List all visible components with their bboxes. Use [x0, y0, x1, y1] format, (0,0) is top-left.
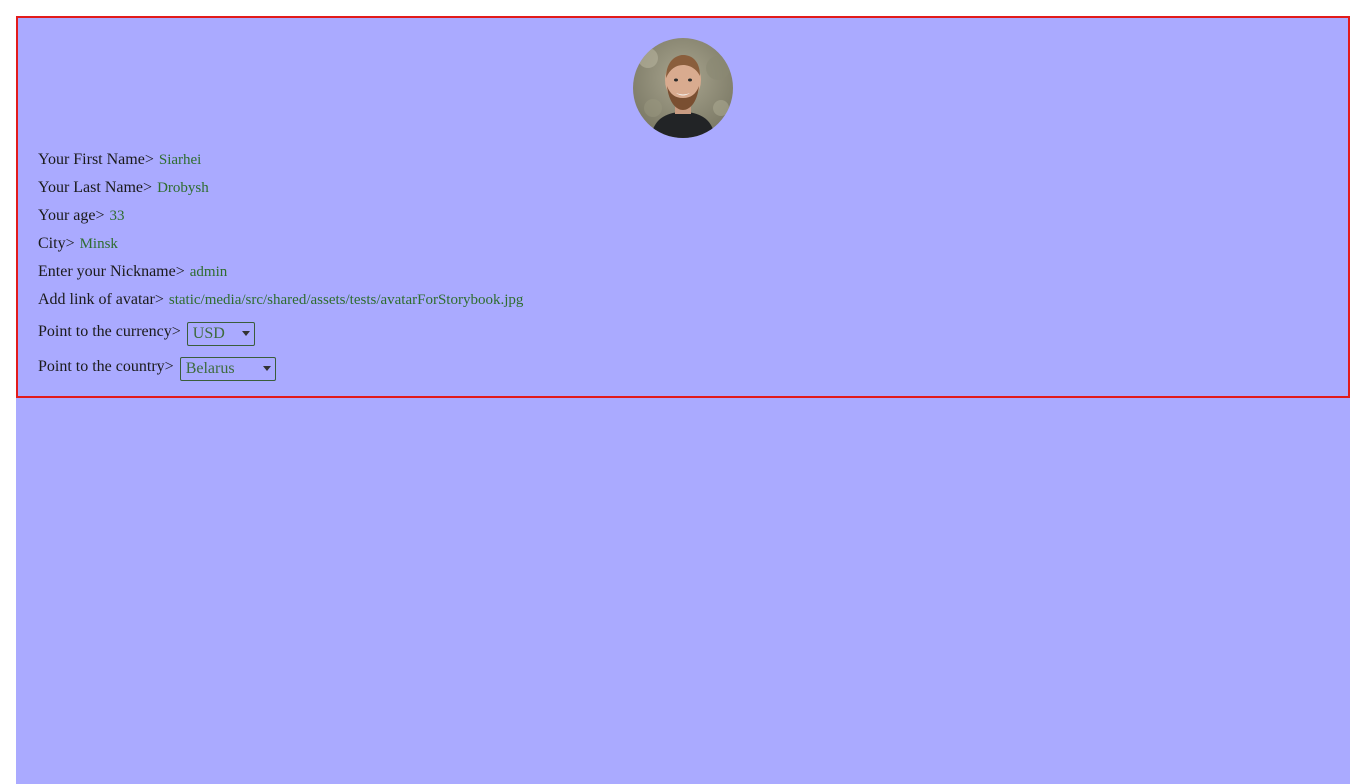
chevron-down-icon: [241, 331, 250, 336]
first-name-label: Your First Name>: [38, 151, 154, 168]
currency-row: Point to the currency> USD: [38, 314, 1328, 349]
nickname-row: Enter your Nickname> admin: [38, 258, 1328, 286]
currency-label: Point to the currency>: [38, 322, 181, 340]
country-row: Point to the country> Belarus: [38, 349, 1328, 384]
age-row: Your age> 33: [38, 202, 1328, 230]
country-select[interactable]: Belarus: [179, 356, 276, 381]
currency-select[interactable]: USD: [186, 321, 255, 346]
city-input[interactable]: Minsk: [80, 234, 118, 254]
avatar-link-label: Add link of avatar>: [38, 291, 164, 308]
first-name-row: Your First Name> Siarhei: [38, 146, 1328, 174]
avatar-link-input[interactable]: static/media/src/shared/assets/tests/ava…: [169, 290, 524, 310]
last-name-input[interactable]: Drobysh: [157, 178, 209, 198]
nickname-label: Enter your Nickname>: [38, 263, 185, 280]
profile-fields: Your First Name> Siarhei Your Last Name>…: [38, 146, 1328, 384]
nickname-input[interactable]: admin: [190, 262, 228, 282]
age-label: Your age>: [38, 207, 105, 224]
country-label: Point to the country>: [38, 357, 174, 375]
avatar: [633, 38, 733, 138]
city-label: City>: [38, 235, 75, 252]
avatar-link-row: Add link of avatar> static/media/src/sha…: [38, 286, 1328, 314]
first-name-input[interactable]: Siarhei: [159, 150, 202, 170]
currency-selected-value: USD: [192, 324, 225, 342]
city-row: City> Minsk: [38, 230, 1328, 258]
avatar-image: [633, 38, 733, 138]
country-selected-value: Belarus: [185, 359, 235, 377]
last-name-label: Your Last Name>: [38, 179, 153, 196]
age-input[interactable]: 33: [110, 206, 125, 226]
chevron-down-icon: [262, 366, 271, 371]
profile-card: Your First Name> Siarhei Your Last Name>…: [16, 16, 1350, 398]
last-name-row: Your Last Name> Drobysh: [38, 174, 1328, 202]
